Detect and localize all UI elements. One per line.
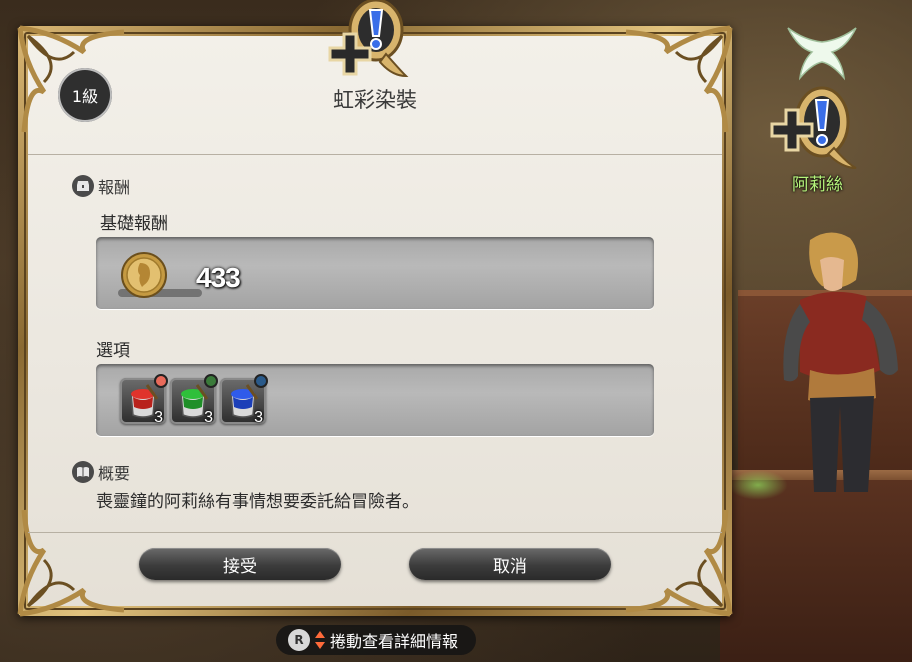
wooden-counter bbox=[720, 480, 912, 662]
scroll-details-hint: R 捲動查看詳細情報 bbox=[276, 625, 476, 655]
rewards-section-header: 報酬 bbox=[72, 174, 130, 198]
base-reward-label: 基礎報酬 bbox=[100, 214, 168, 234]
red-dye-quantity: 3 bbox=[154, 409, 163, 426]
npc-quest-marker-icon[interactable] bbox=[764, 80, 860, 170]
option-rewards-box: 3 3 3 bbox=[96, 364, 654, 436]
quest-title: 虹彩染裝 bbox=[333, 88, 417, 112]
npc-character[interactable] bbox=[770, 230, 910, 500]
quest-summary-text: 喪靈鐘的阿莉絲有事情想要委託給冒險者。 bbox=[96, 492, 419, 512]
options-label: 選項 bbox=[96, 341, 130, 361]
feature-quest-icon bbox=[328, 0, 409, 78]
green-option-marker bbox=[204, 374, 218, 388]
hint-text: 捲動查看詳細情報 bbox=[330, 632, 459, 651]
accept-button[interactable]: 接受 bbox=[139, 548, 341, 580]
up-down-arrow-icon bbox=[315, 631, 325, 649]
npc-title-crest-icon bbox=[787, 27, 857, 81]
r-stick-button-icon: R bbox=[288, 629, 310, 651]
rewards-section-label: 報酬 bbox=[98, 178, 131, 197]
option-item-red-dye[interactable]: 3 bbox=[120, 374, 168, 426]
cancel-button[interactable]: 取消 bbox=[409, 548, 611, 580]
summary-section-label: 概要 bbox=[98, 464, 131, 483]
blue-option-marker bbox=[254, 374, 268, 388]
quest-dialog-border bbox=[24, 32, 726, 610]
option-item-green-dye[interactable]: 3 bbox=[170, 374, 218, 426]
npc-name: 阿莉絲 bbox=[792, 175, 843, 195]
summary-section-header: 概要 bbox=[72, 460, 130, 484]
gil-coin-icon[interactable] bbox=[120, 251, 168, 299]
quest-level-badge: 1級 bbox=[58, 68, 112, 122]
blue-dye-quantity: 3 bbox=[254, 409, 263, 426]
green-dye-quantity: 3 bbox=[204, 409, 213, 426]
option-item-blue-dye[interactable]: 3 bbox=[220, 374, 268, 426]
footer-divider bbox=[28, 532, 722, 533]
book-icon bbox=[72, 461, 94, 483]
treasure-chest-icon bbox=[72, 175, 94, 197]
header-divider bbox=[28, 154, 722, 155]
gil-reward-amount: 433 bbox=[196, 262, 241, 293]
red-option-marker bbox=[154, 374, 168, 388]
base-reward-box: 433 bbox=[96, 237, 654, 309]
